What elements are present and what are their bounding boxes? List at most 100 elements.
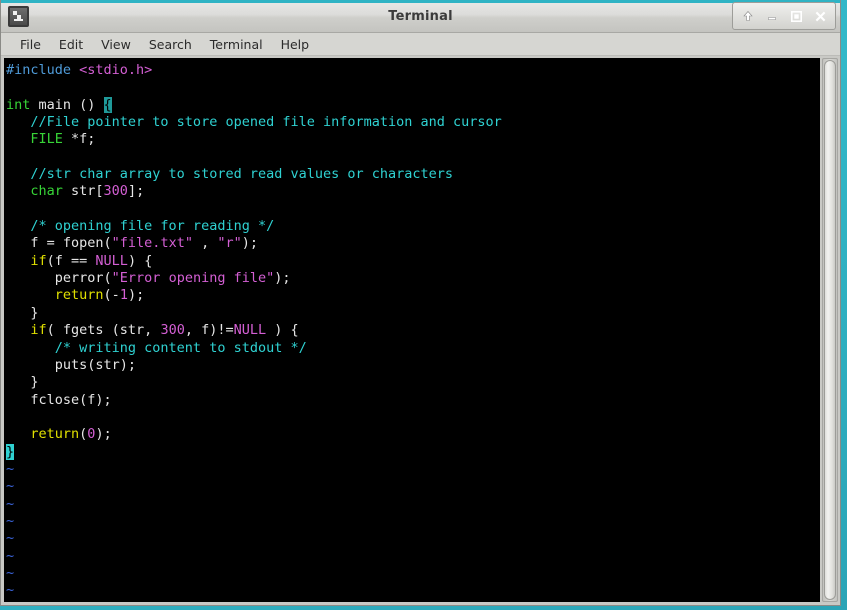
code-token: <stdio.h> — [79, 62, 153, 78]
code-token: fclose(f); — [6, 391, 112, 408]
code-line: puts(str); — [6, 357, 820, 374]
code-token: 300 — [103, 183, 128, 200]
code-line: ~ — [6, 513, 820, 530]
code-token: ~ — [6, 530, 15, 547]
code-token: } — [6, 443, 15, 460]
code-token: /* opening file for reading */ — [6, 218, 275, 235]
code-token: return — [6, 287, 104, 304]
code-line: return(0); — [6, 426, 820, 443]
code-token: ]; — [127, 183, 145, 200]
code-line: ~ — [6, 530, 820, 547]
code-token: 1 — [119, 287, 128, 304]
code-line: fclose(f); — [6, 392, 820, 409]
maximize-button[interactable] — [785, 5, 807, 27]
code-token: 300 — [160, 322, 185, 339]
code-line: int main () { — [6, 96, 820, 114]
code-token: ~ — [6, 495, 15, 512]
code-token: ( fgets (str, — [46, 322, 161, 339]
code-token: int — [6, 96, 31, 113]
code-line: /* opening file for reading */ — [6, 218, 820, 235]
code-token: , f)!= — [184, 322, 234, 339]
minimize-button[interactable] — [761, 5, 783, 27]
code-line: if( fgets (str, 300, f)!=NULL ) { — [6, 322, 820, 339]
code-token: NULL — [95, 252, 128, 269]
code-token: FILE — [6, 131, 63, 148]
code-token: main () — [30, 96, 104, 113]
code-line: ~ — [6, 461, 820, 478]
code-line: if(f == NULL) { — [6, 253, 820, 270]
code-token: ~ — [6, 512, 15, 529]
close-button[interactable] — [809, 5, 831, 27]
scrollbar-thumb[interactable] — [824, 60, 836, 600]
code-line: FILE *f; — [6, 131, 820, 148]
code-token: NULL — [233, 322, 267, 339]
window-controls — [732, 2, 836, 30]
code-token: } — [6, 304, 39, 321]
code-token: if — [6, 322, 47, 339]
code-token: str[ — [62, 183, 104, 200]
code-token: *f; — [62, 131, 96, 148]
code-line: /* writing content to stdout */ — [6, 340, 820, 357]
vim-buffer: #include <stdio.h> int main () { //File … — [6, 62, 820, 600]
code-token: ); — [241, 235, 258, 252]
code-token: #include — [6, 62, 80, 78]
code-line: } — [6, 443, 820, 461]
code-line: #include <stdio.h> — [6, 62, 820, 79]
terminal-icon — [8, 5, 29, 27]
code-token: ); — [127, 287, 145, 304]
code-token: ~ — [6, 547, 15, 564]
menu-item-file[interactable]: File — [11, 35, 50, 54]
code-line: } — [6, 374, 820, 391]
code-token: (f == — [46, 252, 96, 269]
vim-statusline: :set nonumber 23,1 All — [4, 584, 820, 602]
code-token: puts(str); — [6, 356, 137, 373]
code-token: "r" — [217, 235, 242, 252]
code-line: return(-1); — [6, 287, 820, 304]
terminal-area: #include <stdio.h> int main () { //File … — [1, 56, 840, 605]
terminal-window: Terminal File Edit View Search Terminal … — [0, 0, 841, 606]
code-token: } — [6, 374, 39, 391]
code-token: ) { — [127, 252, 153, 269]
code-line: //str char array to stored read values o… — [6, 166, 820, 183]
menu-item-edit[interactable]: Edit — [50, 35, 92, 54]
code-token: perror( — [6, 270, 112, 287]
code-token: return — [6, 426, 80, 443]
code-line: ~ — [6, 478, 820, 495]
menu-item-terminal[interactable]: Terminal — [201, 35, 272, 54]
code-token: f = fopen( — [6, 235, 112, 252]
menu-item-view[interactable]: View — [92, 35, 140, 54]
code-line: perror("Error opening file"); — [6, 270, 820, 287]
window-title: Terminal — [388, 8, 453, 24]
code-line: ~ — [6, 565, 820, 582]
code-token: ~ — [6, 478, 15, 495]
menu-item-help[interactable]: Help — [272, 35, 319, 54]
code-token: ) { — [266, 322, 299, 339]
window-titlebar[interactable]: Terminal — [1, 0, 840, 33]
code-token: //str char array to stored read values o… — [6, 166, 454, 183]
code-token: ~ — [6, 564, 15, 581]
code-line: //File pointer to store opened file info… — [6, 114, 820, 131]
menu-item-search[interactable]: Search — [140, 35, 201, 54]
terminal-scrollbar[interactable] — [822, 58, 838, 602]
shade-button[interactable] — [737, 5, 759, 27]
menubar: File Edit View Search Terminal Help — [1, 33, 840, 56]
code-token: "Error opening file" — [111, 270, 275, 287]
code-token: ~ — [6, 460, 15, 477]
code-token: { — [103, 96, 112, 113]
code-token: char — [6, 183, 63, 200]
code-token: ); — [95, 426, 112, 443]
code-token: (- — [103, 287, 120, 304]
code-token: //File pointer to store opened file info… — [6, 114, 502, 131]
code-line: f = fopen("file.txt" , "r"); — [6, 235, 820, 252]
code-token: if — [6, 252, 47, 269]
code-line: ~ — [6, 548, 820, 565]
code-line: ~ — [6, 496, 820, 513]
code-token: ); — [274, 270, 291, 287]
terminal-screen[interactable]: #include <stdio.h> int main () { //File … — [4, 58, 820, 602]
code-token: , — [192, 235, 218, 252]
desktop-background: Terminal File Edit View Search Terminal … — [0, 0, 847, 610]
